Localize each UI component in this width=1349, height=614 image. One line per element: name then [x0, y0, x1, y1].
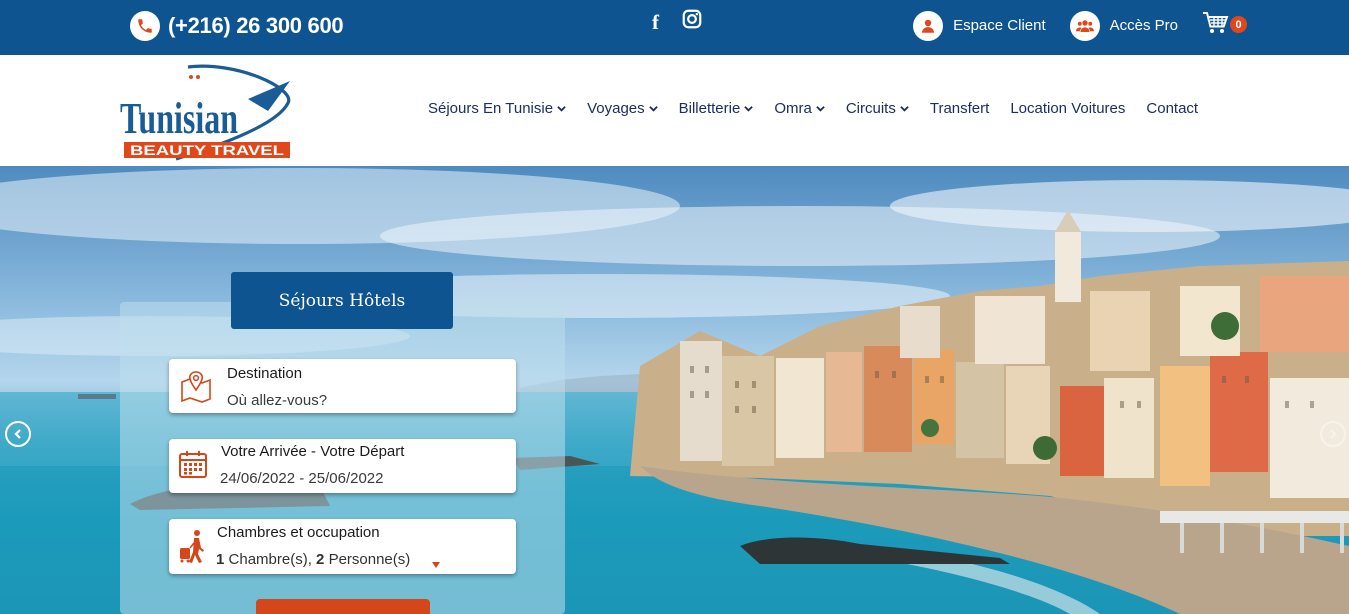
dates-label: Votre Arrivée - Votre Départ [221, 443, 405, 460]
espace-client-label: Espace Client [953, 17, 1046, 34]
search-submit-button[interactable] [256, 599, 430, 614]
rooms-label: Chambres et occupation [217, 524, 380, 541]
nav-omra[interactable]: Omra [774, 100, 825, 117]
nav-circuits[interactable]: Circuits [846, 100, 909, 117]
nav-contact[interactable]: Contact [1146, 100, 1198, 117]
users-icon [1069, 10, 1100, 41]
nav-label: Transfert [929, 100, 990, 117]
caret-down-icon[interactable] [432, 556, 440, 574]
rooms-text: Chambre(s), [228, 551, 312, 568]
slider-prev-button[interactable] [5, 421, 31, 447]
svg-text:Tunisian: Tunisian [120, 94, 238, 143]
nav-location-voitures[interactable]: Location Voitures [1010, 100, 1125, 117]
slider-next-button[interactable] [1320, 421, 1346, 447]
acces-pro-label: Accès Pro [1109, 17, 1178, 34]
nav-label: Contact [1146, 100, 1199, 117]
chevron-left-icon [14, 429, 21, 439]
persons-text: Personne(s) [328, 551, 411, 568]
calendar-icon [177, 448, 213, 484]
cart-icon [1202, 10, 1230, 41]
traveler-luggage-icon [177, 528, 213, 564]
svg-text:BEAUTY TRAVEL: BEAUTY TRAVEL [130, 143, 284, 158]
dates-field[interactable]: Votre Arrivée - Votre Départ 24/06/2022 … [169, 439, 516, 493]
destination-placeholder: Où allez-vous? [227, 392, 328, 409]
user-icon [913, 10, 944, 41]
rooms-occupation-field[interactable]: Chambres et occupation 1 Chambre(s), 2 P… [169, 519, 516, 574]
nav-label: Voyages [587, 100, 645, 117]
top-bar: (+216) 26 300 600 f Espace Client Accès … [0, 0, 1349, 55]
account-links: Espace Client Accès Pro 0 [889, 10, 1247, 41]
tab-label: Séjours Hôtels [278, 290, 406, 311]
instagram-icon[interactable] [681, 8, 703, 35]
phone-contact[interactable]: (+216) 26 300 600 [130, 11, 344, 41]
tab-sejours-hotels[interactable]: Séjours Hôtels [231, 272, 453, 329]
chevron-down-icon [900, 106, 909, 112]
cart-count-badge: 0 [1230, 16, 1247, 33]
nav-label: Location Voitures [1010, 100, 1126, 117]
nav-label: Circuits [845, 100, 896, 117]
social-links: f [652, 8, 703, 35]
nav-label: Billetterie [678, 100, 741, 117]
phone-icon [130, 11, 160, 41]
chevron-right-icon [1330, 429, 1337, 439]
nav-label: Séjours En Tunisie [428, 100, 554, 117]
chevron-down-icon [557, 106, 566, 112]
acces-pro-link[interactable]: Accès Pro [1069, 10, 1178, 41]
facebook-icon[interactable]: f [652, 11, 659, 33]
site-logo[interactable]: Tunisian BEAUTY TRAVEL [118, 59, 294, 165]
chevron-down-icon [648, 106, 658, 112]
rooms-value: 1 Chambre(s), 2 Personne(s) [216, 551, 410, 568]
nav-sejours-tunisie[interactable]: Séjours En Tunisie [428, 100, 566, 117]
nav-billetterie[interactable]: Billetterie [679, 100, 754, 117]
nav-transfert[interactable]: Transfert [930, 100, 989, 117]
chevron-down-icon [816, 106, 825, 112]
destination-field[interactable]: Destination Où allez-vous? [169, 359, 516, 413]
chevron-down-icon [744, 106, 754, 112]
espace-client-link[interactable]: Espace Client [913, 10, 1046, 41]
destination-label: Destination [227, 365, 303, 382]
rooms-count: 1 [216, 551, 225, 568]
nav-voyages[interactable]: Voyages [587, 100, 658, 117]
map-pin-icon [178, 368, 214, 404]
main-header: Tunisian BEAUTY TRAVEL Séjours En Tunisi… [0, 55, 1349, 166]
dates-value: 24/06/2022 - 25/06/2022 [220, 470, 384, 487]
persons-count: 2 [316, 551, 325, 568]
nav-label: Omra [774, 100, 812, 117]
cart-button[interactable]: 0 [1202, 10, 1247, 41]
main-nav: Séjours En Tunisie Voyages Billetterie O… [428, 100, 1198, 117]
phone-number: (+216) 26 300 600 [168, 13, 344, 38]
